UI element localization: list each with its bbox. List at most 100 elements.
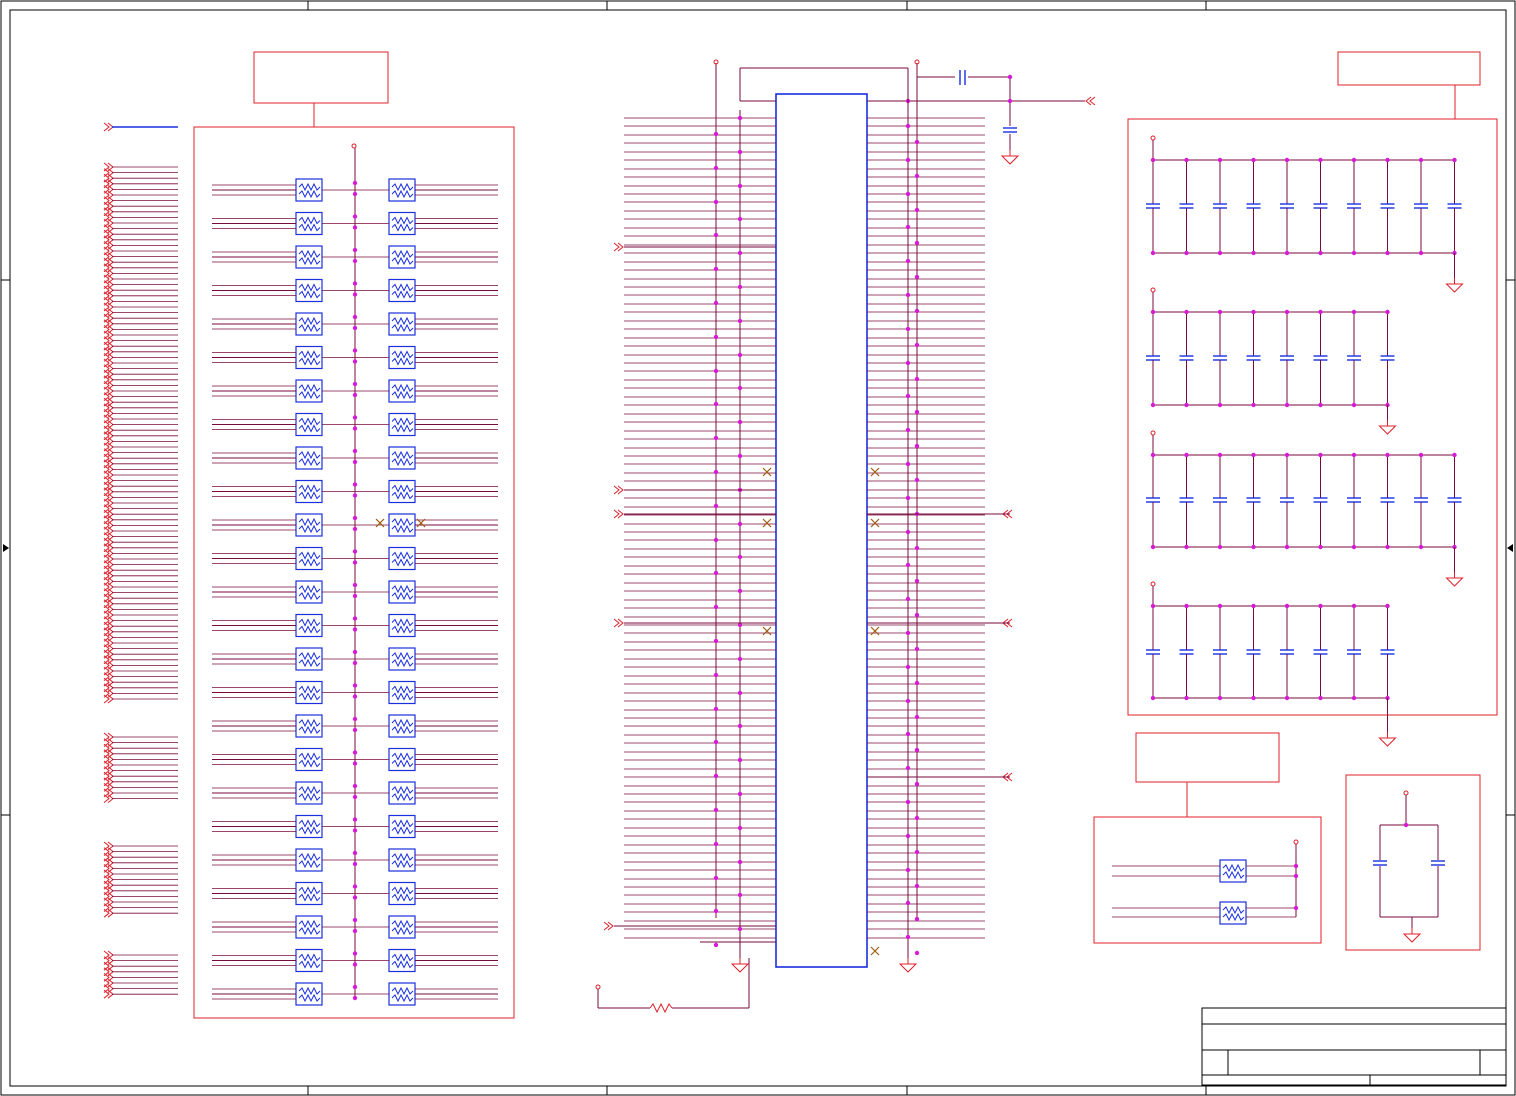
resistor-network <box>295 513 323 537</box>
junction-dot <box>1318 402 1323 408</box>
junction-dot <box>737 859 743 865</box>
junction-dot <box>352 582 358 588</box>
resistor-zigzag <box>391 960 414 969</box>
power-pin <box>1150 135 1156 141</box>
junction-dot <box>1284 250 1290 256</box>
junction-dot <box>713 908 719 914</box>
resistor-zigzag <box>391 450 414 460</box>
resistor-zigzag <box>391 189 414 199</box>
junction-dot <box>352 392 358 398</box>
resistor-zigzag <box>298 457 321 467</box>
resistor-zigzag <box>391 290 414 299</box>
resistor-zigzag <box>298 390 321 400</box>
resistor-network <box>295 613 323 638</box>
ground-symbol <box>1445 572 1464 587</box>
resistor-zigzag <box>391 524 414 534</box>
junction-dot <box>352 348 358 353</box>
port-symbol <box>103 694 114 704</box>
resistor-network-block <box>193 51 515 1019</box>
port-symbol <box>1085 96 1096 106</box>
junction-dot <box>352 817 358 822</box>
junction-dot <box>737 318 743 324</box>
junction-dot <box>352 459 358 465</box>
resistor-zigzag <box>298 819 321 828</box>
resistor-network <box>1219 859 1247 883</box>
junction-dot <box>914 916 920 922</box>
port-symbol <box>613 618 624 628</box>
junction-dot <box>905 630 911 636</box>
junction-dot <box>713 638 719 644</box>
resistor-zigzag <box>391 919 414 929</box>
resistor-zigzag <box>298 182 321 192</box>
junction-dot <box>352 247 358 253</box>
resistor-zigzag <box>391 417 414 426</box>
junction-dot <box>713 942 719 948</box>
junction-dot <box>1351 309 1357 315</box>
junction-dot <box>1418 250 1424 256</box>
junction-dot <box>914 578 920 584</box>
resistor-zigzag <box>391 792 414 802</box>
resistor-network <box>388 178 416 202</box>
power-pin <box>1293 839 1299 845</box>
resistor-zigzag <box>391 283 414 292</box>
resistor-zigzag <box>391 249 414 259</box>
junction-dot <box>914 308 920 314</box>
junction-dot <box>352 750 358 755</box>
resistor-zigzag <box>391 517 414 527</box>
junction-dot <box>914 646 920 652</box>
junction-dot <box>1351 157 1357 163</box>
junction-dot <box>905 867 911 873</box>
resistor-zigzag <box>1222 905 1245 915</box>
power-pin <box>595 984 601 990</box>
resistor-zigzag <box>391 886 414 895</box>
junction-dot <box>914 139 920 145</box>
junction-dot <box>905 900 911 906</box>
junction-dot <box>1217 309 1223 315</box>
junction-dot <box>713 334 719 340</box>
power-pin <box>1403 790 1409 796</box>
resistor-network <box>388 948 416 973</box>
junction-dot <box>1385 309 1390 315</box>
junction-dot <box>1150 695 1156 701</box>
no-connect-mark <box>762 518 772 528</box>
junction-dot <box>713 537 719 543</box>
junction-dot <box>1150 402 1156 408</box>
resistor-network <box>388 915 416 939</box>
resistor-zigzag <box>298 859 321 869</box>
resistor-zigzag <box>391 182 414 192</box>
junction-dot <box>1418 157 1424 163</box>
junction-dot <box>1318 452 1323 458</box>
junction-dot <box>1418 452 1424 458</box>
junction-dot <box>1284 695 1290 701</box>
junction-dot <box>352 783 358 789</box>
junction-dot <box>905 360 911 366</box>
resistor-zigzag <box>1222 912 1245 922</box>
resistor-network <box>388 747 416 772</box>
junction-dot <box>737 115 743 121</box>
junction-dot <box>905 427 911 433</box>
port-symbol <box>103 908 114 918</box>
resistor-zigzag <box>298 256 321 266</box>
junction-dot <box>713 672 719 678</box>
resistor-zigzag <box>298 752 321 761</box>
ground-symbol <box>1378 420 1397 435</box>
resistor-network <box>295 245 323 269</box>
resistor-zigzag <box>391 819 414 828</box>
junction-dot <box>352 660 358 666</box>
junction-dot <box>737 250 743 256</box>
junction-dot <box>1351 695 1357 701</box>
resistor-network <box>388 647 416 671</box>
resistor-zigzag <box>298 725 321 735</box>
resistor-zigzag <box>391 618 414 627</box>
resistor-zigzag <box>298 383 321 393</box>
junction-dot <box>1007 98 1013 104</box>
junction-dot <box>1351 402 1357 408</box>
junction-dot <box>914 680 920 686</box>
resistor-zigzag <box>298 417 321 426</box>
resistor-zigzag <box>391 457 414 467</box>
junction-dot <box>352 928 358 934</box>
junction-dot <box>914 612 920 618</box>
resistor-zigzag <box>391 993 414 1003</box>
decoupling-capacitor-block <box>1127 51 1498 747</box>
resistor-network <box>295 278 323 303</box>
